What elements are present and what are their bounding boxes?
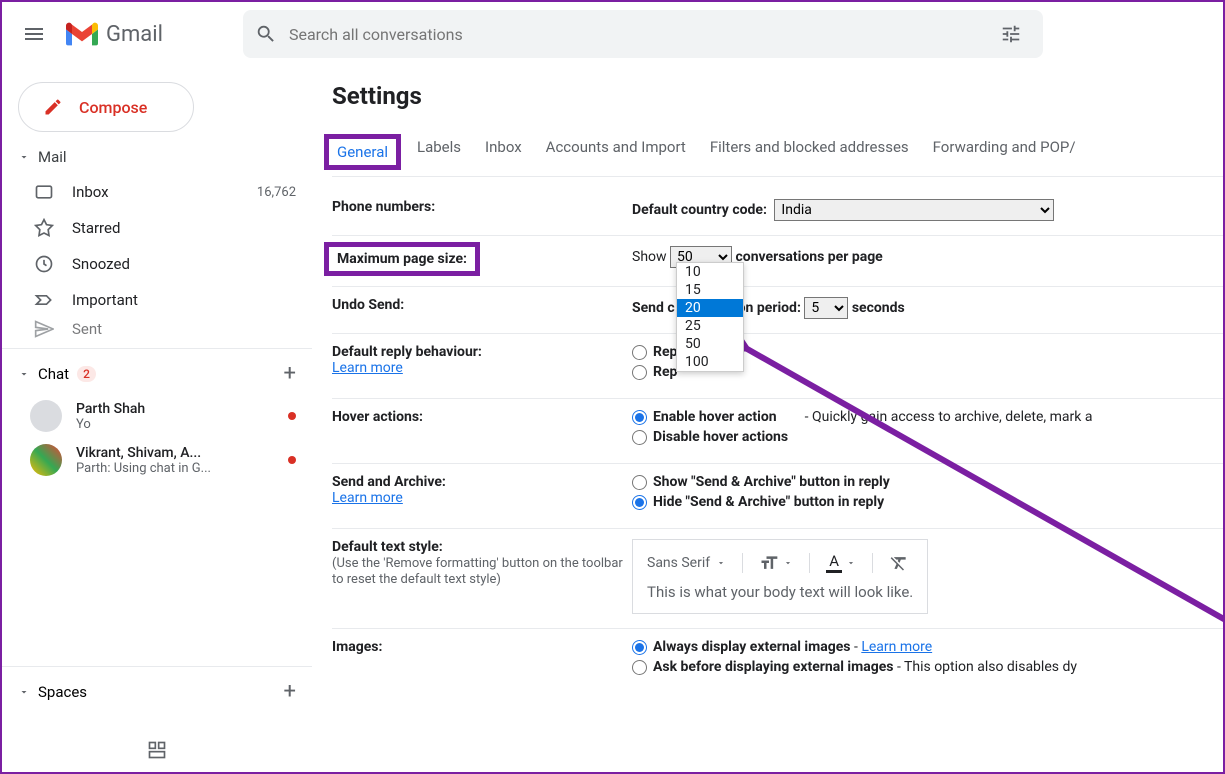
font-size-select[interactable] [759,553,793,573]
sidebar-item-snoozed[interactable]: Snoozed [2,246,312,282]
setting-page-size: Maximum page size: Show 50 conversations… [332,236,1223,287]
reply-all-radio[interactable] [632,365,647,380]
text-style-preview: This is what your body text will look li… [647,583,913,601]
spaces-section-header[interactable]: Spaces + [2,671,312,712]
tab-labels[interactable]: Labels [417,128,461,176]
setting-default-reply: Default reply behaviour: Learn more Rep … [332,334,1223,399]
learn-more-link[interactable]: Learn more [332,490,403,506]
search-input[interactable] [289,25,991,44]
tab-forwarding[interactable]: Forwarding and POP/ [933,128,1076,176]
learn-more-link[interactable]: Learn more [332,360,403,376]
chat-section-header[interactable]: Chat 2 + [2,353,312,394]
search-options-button[interactable] [991,14,1031,54]
sidebar-item-important[interactable]: Important [2,282,312,318]
main-content: Settings General Labels Inbox Accounts a… [312,66,1223,693]
gmail-logo[interactable]: Gmail [66,22,163,47]
text-size-icon [759,553,779,573]
avatar [30,400,62,432]
hamburger-icon [22,22,46,46]
inbox-icon [34,182,54,202]
search-icon [255,23,277,45]
learn-more-link[interactable]: Learn more [861,639,932,655]
gmail-icon [66,22,98,46]
page-title: Settings [332,82,1223,110]
disable-hover-radio[interactable] [632,430,647,445]
pencil-icon [43,97,63,117]
chat-item[interactable]: Vikrant, Shivam, A... Parth: Using chat … [2,438,312,482]
tab-filters[interactable]: Filters and blocked addresses [710,128,909,176]
remove-formatting-button[interactable] [889,553,909,573]
new-space-button[interactable]: + [284,679,296,704]
new-chat-button[interactable]: + [284,361,296,386]
unread-dot [288,412,296,420]
compose-label: Compose [79,98,147,117]
reply-radio[interactable] [632,345,647,360]
main-menu-button[interactable] [10,10,58,58]
settings-tabs: General Labels Inbox Accounts and Import… [332,128,1223,177]
tune-icon [1000,23,1022,45]
mail-section-header[interactable]: Mail [2,140,312,174]
sidebar-item-sent[interactable]: Sent [2,318,312,340]
country-code-select[interactable]: India [774,199,1054,221]
setting-send-archive: Send and Archive: Learn more Show "Send … [332,464,1223,529]
ask-images-radio[interactable] [632,660,647,675]
setting-images: Images: Always display external images -… [332,629,1223,693]
hide-send-archive-radio[interactable] [632,495,647,510]
caret-down-icon [716,558,726,568]
always-display-images-radio[interactable] [632,640,647,655]
avatar [30,444,62,476]
header-bar: Gmail [2,2,1223,66]
compose-button[interactable]: Compose [18,82,194,132]
tab-general[interactable]: General [332,128,393,176]
undo-seconds-select[interactable]: 5 [804,297,848,319]
important-icon [34,290,54,310]
setting-undo-send: Undo Send: Send c on period: 5 seconds [332,287,1223,334]
setting-text-style: Default text style: (Use the 'Remove for… [332,529,1223,629]
tab-accounts[interactable]: Accounts and Import [546,128,686,176]
grid-icon[interactable] [147,740,167,760]
unread-dot [288,456,296,464]
footer-icons [2,740,312,760]
sidebar: Compose Mail Inbox 16,762 Starred Snooze… [2,66,312,772]
tab-inbox[interactable]: Inbox [485,128,522,176]
search-bar[interactable] [243,10,1043,58]
sidebar-item-starred[interactable]: Starred [2,210,312,246]
caret-down-icon [18,151,30,163]
text-color-select[interactable]: A [826,552,856,573]
caret-down-icon [18,686,30,698]
clock-icon [34,254,54,274]
sent-icon [34,319,54,339]
font-family-select[interactable]: Sans Serif [647,555,726,571]
star-icon [34,218,54,238]
gmail-label: Gmail [106,22,163,47]
chat-unread-badge: 2 [77,366,96,382]
setting-phone-numbers: Phone numbers: Default country code: Ind… [332,189,1223,236]
setting-hover-actions: Hover actions: Enable hover action- Quic… [332,399,1223,464]
caret-down-icon [846,558,856,568]
show-send-archive-radio[interactable] [632,475,647,490]
caret-down-icon [783,558,793,568]
sidebar-item-inbox[interactable]: Inbox 16,762 [2,174,312,210]
enable-hover-radio[interactable] [632,410,647,425]
page-size-dropdown[interactable]: 10 15 20 25 50 100 [676,262,744,372]
caret-down-icon [18,368,30,380]
clear-format-icon [889,553,909,573]
chat-item[interactable]: Parth Shah Yo [2,394,312,438]
